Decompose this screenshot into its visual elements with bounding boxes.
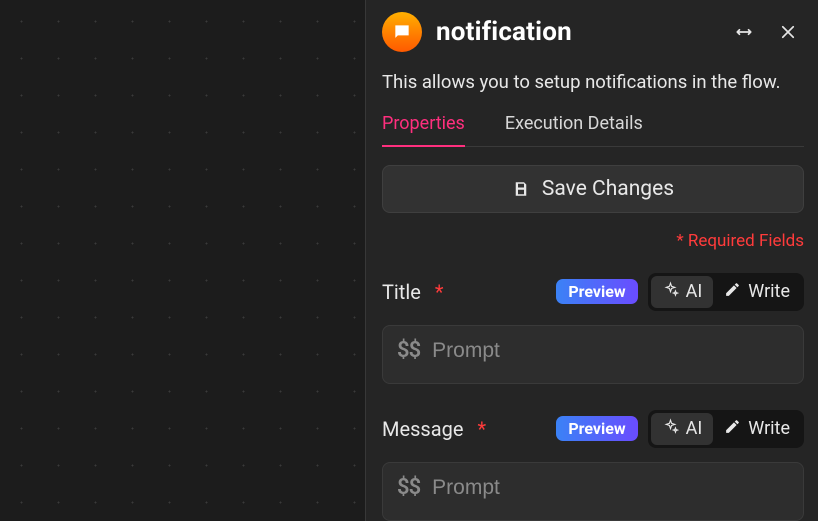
notification-panel: notification This allows you to setup no… bbox=[365, 0, 818, 521]
pencil-icon bbox=[724, 418, 741, 440]
expand-horizontal-icon[interactable] bbox=[734, 22, 754, 42]
panel-description: This allows you to setup notifications i… bbox=[382, 70, 804, 95]
message-field-header: Message * Preview AI Write bbox=[382, 410, 804, 448]
title-input-container: $$ bbox=[382, 325, 804, 384]
panel-title: notification bbox=[436, 17, 720, 47]
mode-ai-label: AI bbox=[686, 418, 703, 439]
title-label: Title bbox=[382, 280, 421, 304]
preview-badge[interactable]: Preview bbox=[556, 279, 637, 304]
save-icon bbox=[512, 180, 530, 198]
mode-ai-label: AI bbox=[686, 281, 703, 302]
sparkle-icon bbox=[662, 281, 679, 303]
title-field-header: Title * Preview AI Write bbox=[382, 273, 804, 311]
title-input[interactable] bbox=[432, 338, 789, 363]
preview-badge[interactable]: Preview bbox=[556, 416, 637, 441]
title-mode-write[interactable]: Write bbox=[713, 276, 801, 308]
required-star-icon: * bbox=[435, 280, 444, 304]
required-star-icon: * bbox=[477, 417, 486, 441]
message-mode-segment: AI Write bbox=[648, 410, 804, 448]
message-label: Message bbox=[382, 417, 463, 441]
panel-tabs: Properties Execution Details bbox=[382, 113, 804, 147]
notification-icon bbox=[382, 12, 422, 52]
variable-token-button[interactable]: $$ bbox=[397, 338, 420, 364]
panel-header: notification bbox=[382, 10, 804, 52]
close-icon[interactable] bbox=[778, 22, 798, 42]
tab-execution-details[interactable]: Execution Details bbox=[505, 113, 643, 146]
variable-token-button[interactable]: $$ bbox=[397, 475, 420, 501]
mode-write-label: Write bbox=[748, 281, 790, 302]
message-mode-write[interactable]: Write bbox=[713, 413, 801, 445]
flow-canvas[interactable] bbox=[0, 0, 365, 521]
save-changes-button[interactable]: Save Changes bbox=[382, 165, 804, 213]
message-mode-ai[interactable]: AI bbox=[651, 413, 714, 445]
tab-properties[interactable]: Properties bbox=[382, 113, 465, 146]
message-input[interactable] bbox=[432, 475, 789, 500]
title-mode-ai[interactable]: AI bbox=[651, 276, 714, 308]
message-input-container: $$ bbox=[382, 462, 804, 521]
title-mode-segment: AI Write bbox=[648, 273, 804, 311]
pencil-icon bbox=[724, 281, 741, 303]
mode-write-label: Write bbox=[748, 418, 790, 439]
save-changes-label: Save Changes bbox=[542, 177, 674, 201]
required-fields-note: * Required Fields bbox=[382, 231, 804, 251]
sparkle-icon bbox=[662, 418, 679, 440]
